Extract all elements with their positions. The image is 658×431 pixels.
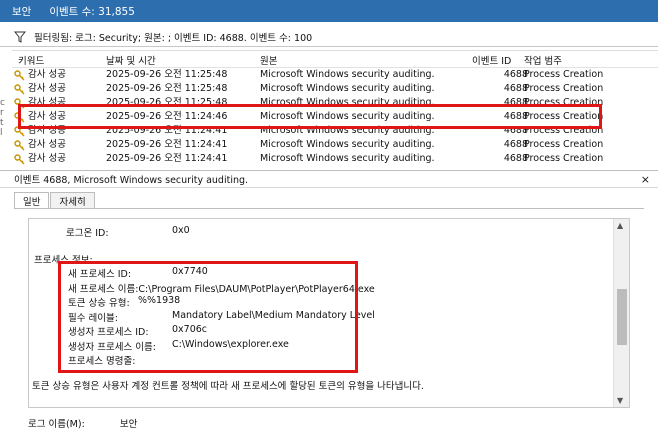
detail-title: 이벤트 4688, Microsoft Windows security aud…: [14, 175, 249, 186]
row-category: Process Creation: [524, 69, 604, 80]
filter-text: 필터링됨: 로그: Security; 원본: ; 이벤트 ID: 4688. …: [34, 32, 313, 44]
key-icon: [14, 140, 25, 151]
close-icon[interactable]: ×: [641, 173, 650, 186]
vertical-scrollbar[interactable]: ▲ ▼: [613, 219, 629, 407]
key-icon: [14, 70, 25, 81]
row-datetime: 2025-09-26 오전 11:24:41: [106, 153, 228, 164]
key-icon: [14, 84, 25, 95]
log-name-label: 로그 이름(M):: [28, 419, 85, 430]
log-titlebar: 보안 이벤트 수: 31,855: [0, 0, 658, 22]
filter-icon: [14, 31, 26, 43]
key-icon: [14, 154, 25, 165]
process-info-highlight: [58, 261, 358, 373]
scroll-up-icon[interactable]: ▲: [617, 221, 623, 230]
row-keyword: 감사 성공: [28, 83, 66, 94]
row-datetime: 2025-09-26 오전 11:25:48: [106, 69, 228, 80]
row-datetime: 2025-09-26 오전 11:24:41: [106, 139, 228, 150]
row-category: Process Creation: [524, 153, 604, 164]
row-source: Microsoft Windows security auditing.: [260, 139, 435, 150]
selected-row-highlight: [18, 104, 602, 129]
tab-divider: [14, 208, 644, 209]
scroll-down-icon[interactable]: ▼: [617, 396, 623, 405]
row-category: Process Creation: [524, 139, 604, 150]
logon-id-value: 0x0: [172, 225, 190, 236]
column-header-source[interactable]: 원본: [260, 53, 277, 67]
table-row[interactable]: 감사 성공 2025-09-26 오전 11:24:41 Microsoft Win…: [12, 152, 658, 165]
row-source: Microsoft Windows security auditing.: [260, 69, 435, 80]
log-name: 보안: [12, 5, 32, 18]
row-category: Process Creation: [524, 83, 604, 94]
log-name-value: 보안: [119, 419, 138, 430]
tab-general[interactable]: 일반: [14, 192, 50, 209]
column-header-event-id[interactable]: 이벤트 ID: [472, 53, 511, 67]
column-header-keyword[interactable]: 키워드: [18, 53, 44, 67]
row-datetime: 2025-09-26 오전 11:25:48: [106, 83, 228, 94]
table-row[interactable]: 감사 성공 2025-09-26 오전 11:25:48 Microsoft Win…: [12, 82, 658, 96]
row-keyword: 감사 성공: [28, 69, 66, 80]
row-keyword: 감사 성공: [28, 153, 66, 164]
table-row[interactable]: 감사 성공 2025-09-26 오전 11:25:48 Microsoft Win…: [12, 68, 658, 82]
row-source: Microsoft Windows security auditing.: [260, 83, 435, 94]
table-row[interactable]: 감사 성공 2025-09-26 오전 11:24:41 Microsoft Win…: [12, 138, 658, 152]
token-elevation-note: 토큰 상승 유형은 사용자 계정 컨트롤 정책에 따라 새 프로세스에 할당된 …: [32, 381, 424, 392]
log-name-row: 로그 이름(M): 보안: [28, 416, 137, 430]
event-count: 이벤트 수: 31,855: [49, 5, 135, 18]
logon-id-label: 로그온 ID:: [66, 228, 109, 239]
row-keyword: 감사 성공: [28, 139, 66, 150]
column-header-datetime[interactable]: 날짜 및 시간: [106, 53, 156, 67]
filter-bar: 필터링됨: 로그: Security; 원본: ; 이벤트 ID: 4688. …: [0, 27, 658, 47]
event-list-header: 키워드 날짜 및 시간 원본 이벤트 ID 작업 범주: [12, 51, 658, 68]
left-edge-glyphs: crtl: [0, 98, 5, 138]
column-header-category[interactable]: 작업 범주: [524, 53, 562, 67]
detail-tabs: 일반 자세히: [14, 192, 96, 209]
tab-details[interactable]: 자세히: [50, 192, 95, 209]
scroll-thumb[interactable]: [617, 289, 627, 345]
row-source: Microsoft Windows security auditing.: [260, 153, 435, 164]
detail-title-bar: 이벤트 4688, Microsoft Windows security aud…: [0, 170, 658, 188]
